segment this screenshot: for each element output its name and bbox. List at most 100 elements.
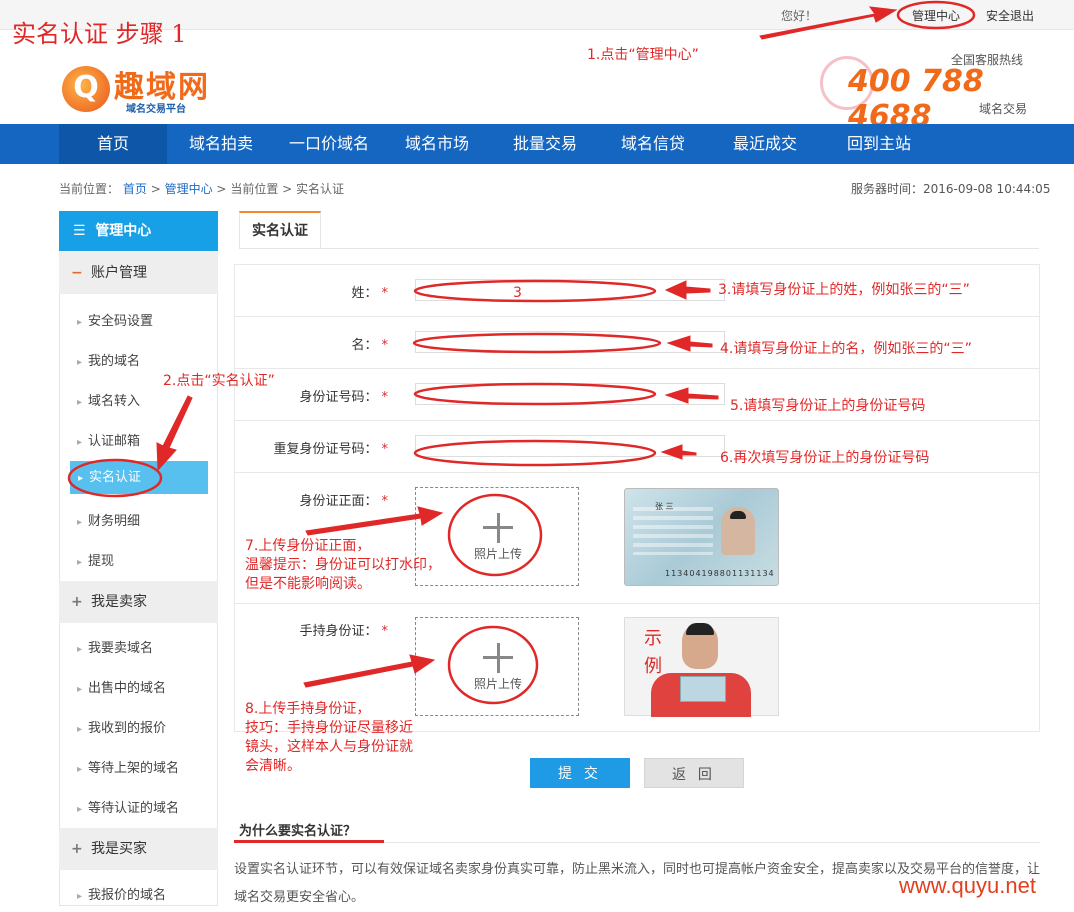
why-title: 为什么要实名认证？ [239, 824, 357, 839]
sidebar-item-realname[interactable]: 实名认证 [70, 461, 208, 494]
annotation-step-8-line-2: 技巧：手持身份证尽量移近 [245, 720, 413, 736]
id-card-number: 113404198801131134 [665, 569, 775, 578]
annotation-step-2: 2.点击“实名认证” [163, 373, 275, 389]
collapse-icon: − [71, 265, 83, 281]
sidebar-item-pending-auth[interactable]: 等待认证的域名 [77, 797, 179, 816]
id-number-repeat-label-text: 重复身份证号码： [273, 442, 378, 457]
sidebar-item-auth-email[interactable]: 认证邮箱 [77, 430, 140, 449]
sidebar-item-domain-transfer[interactable]: 域名转入 [77, 390, 140, 409]
sidebar-item-pending-listing[interactable]: 等待上架的域名 [77, 757, 179, 776]
plus-icon [496, 513, 500, 543]
tab-divider [239, 248, 1039, 249]
annotation-step-8-line-4: 会清晰。 [245, 758, 301, 774]
breadcrumb-home[interactable]: 首页 [123, 182, 147, 196]
id-front-label: 身份证正面： * [238, 490, 388, 509]
submit-button[interactable]: 提 交 [530, 758, 630, 788]
id-front-label-text: 身份证正面： [299, 494, 378, 509]
surname-input-value: 3 [513, 285, 522, 301]
annotation-step-6: 6.再次填写身份证上的身份证号码 [720, 450, 930, 466]
sidebar-group-seller[interactable]: + 我是卖家 [59, 581, 218, 623]
sidebar-group-label: 账户管理 [91, 265, 147, 281]
sidebar-item-withdraw[interactable]: 提现 [77, 550, 114, 569]
breadcrumb-prefix: 当前位置： [59, 182, 120, 196]
breadcrumb-current: 实名认证 [296, 182, 345, 196]
logout-link[interactable]: 安全退出 [986, 7, 1034, 24]
main-nav: 首页 域名拍卖 一口价域名 域名市场 批量交易 域名信贷 最近成交 回到主站 [0, 124, 1074, 164]
expand-icon: + [71, 594, 83, 610]
breadcrumb-sep: > [150, 182, 161, 196]
held-id-card [680, 676, 726, 702]
required-mark: * [381, 390, 389, 405]
sidebar-item-my-offers[interactable]: 我报价的域名 [77, 884, 166, 903]
back-button[interactable]: 返 回 [644, 758, 744, 788]
sidebar-title-text: 管理中心 [95, 223, 152, 239]
id-card-sample-image: 张 三 113404198801131134 [624, 488, 779, 586]
nav-fixed-price[interactable]: 一口价域名 [275, 124, 383, 164]
example-label-2: 例 [644, 656, 662, 677]
watermark: www.quyu.net [899, 873, 1036, 898]
sidebar-item-my-domains[interactable]: 我的域名 [77, 350, 140, 369]
nav-recent-deals[interactable]: 最近成交 [711, 124, 819, 164]
manage-center-link[interactable]: 管理中心 [912, 7, 960, 24]
nav-market[interactable]: 域名市场 [383, 124, 491, 164]
server-time: 服务器时间：2016-09-08 10:44:05 [851, 182, 1051, 196]
required-mark: * [381, 286, 389, 301]
given-name-label-text: 名： [351, 338, 378, 353]
annotation-step-8-line-1: 8.上传手持身份证， [245, 701, 371, 717]
logo-subtitle: 域名交易平台 [126, 104, 186, 115]
sidebar-item-offers-received[interactable]: 我收到的报价 [77, 717, 166, 736]
id-hold-label-text: 手持身份证： [299, 624, 378, 639]
id-number-label-text: 身份证号码： [299, 390, 378, 405]
breadcrumb-manage[interactable]: 管理中心 [165, 182, 213, 196]
annotation-step-1: 1.点击“管理中心” [587, 47, 699, 63]
required-mark: * [381, 338, 389, 353]
person-face [682, 623, 718, 669]
why-underline [234, 840, 384, 843]
annotation-step-7-line-2: 温馨提示：身份证可以打水印， [245, 557, 441, 573]
annotation-step-7-line-1: 7.上传身份证正面， [245, 538, 371, 554]
surname-input[interactable]: 3 [415, 279, 725, 301]
annotation-step-7-line-3: 但是不能影响阅读。 [245, 576, 371, 592]
sidebar-group-buyer[interactable]: + 我是买家 [59, 828, 218, 870]
breadcrumb-sep: > [282, 182, 293, 196]
id-number-input[interactable] [415, 383, 725, 405]
plus-icon [496, 643, 500, 673]
annotation-step-8-line-3: 镜头，这样本人与身份证就 [245, 739, 413, 755]
id-hold-upload[interactable]: 照片上传 [415, 617, 579, 716]
given-name-label: 名： * [238, 334, 388, 353]
sidebar-title: ☰ 管理中心 [59, 211, 218, 251]
id-card-text-lines [633, 507, 713, 555]
logo-glyph: Q [73, 70, 99, 105]
id-card-name: 张 三 [655, 502, 674, 511]
surname-label: 姓： * [238, 282, 388, 301]
sidebar-group-label: 我是买家 [91, 841, 147, 857]
required-mark: * [381, 624, 389, 639]
surname-label-text: 姓： [351, 286, 378, 301]
breadcrumb-sep: > [216, 182, 227, 196]
given-name-input[interactable] [415, 331, 725, 353]
breadcrumb-current-label: 当前位置 [230, 182, 279, 196]
breadcrumb: 当前位置： 首页 > 管理中心 > 当前位置 > 实名认证 [59, 180, 344, 197]
sidebar-item-security-code[interactable]: 安全码设置 [77, 310, 153, 329]
hotline-subtitle: 域名交易 [979, 102, 1028, 116]
annotation-step-3: 3.请填写身份证上的姓，例如张三的“三” [718, 282, 970, 298]
step-title: 实名认证 步骤 1 [12, 20, 187, 48]
id-hold-label: 手持身份证： * [238, 620, 388, 639]
id-number-repeat-input[interactable] [415, 435, 725, 457]
sidebar-group-account[interactable]: − 账户管理 [59, 252, 218, 294]
expand-icon: + [71, 841, 83, 857]
sidebar-item-on-sale[interactable]: 出售中的域名 [77, 677, 166, 696]
nav-auction[interactable]: 域名拍卖 [167, 124, 275, 164]
nav-home[interactable]: 首页 [59, 124, 167, 164]
required-mark: * [381, 442, 389, 457]
annotation-step-5: 5.请填写身份证上的身份证号码 [730, 398, 926, 414]
tab-realname[interactable]: 实名认证 [239, 211, 321, 249]
nav-credit[interactable]: 域名信贷 [599, 124, 707, 164]
sidebar-item-finance[interactable]: 财务明细 [77, 510, 140, 529]
logo-icon[interactable]: Q [62, 66, 110, 112]
sidebar-item-sell-domain[interactable]: 我要卖域名 [77, 637, 153, 656]
sidebar-group-label: 我是卖家 [91, 594, 147, 610]
nav-bulk[interactable]: 批量交易 [491, 124, 599, 164]
annotation-step-4: 4.请填写身份证上的名，例如张三的“三” [720, 341, 972, 357]
nav-main-site[interactable]: 回到主站 [825, 124, 933, 164]
